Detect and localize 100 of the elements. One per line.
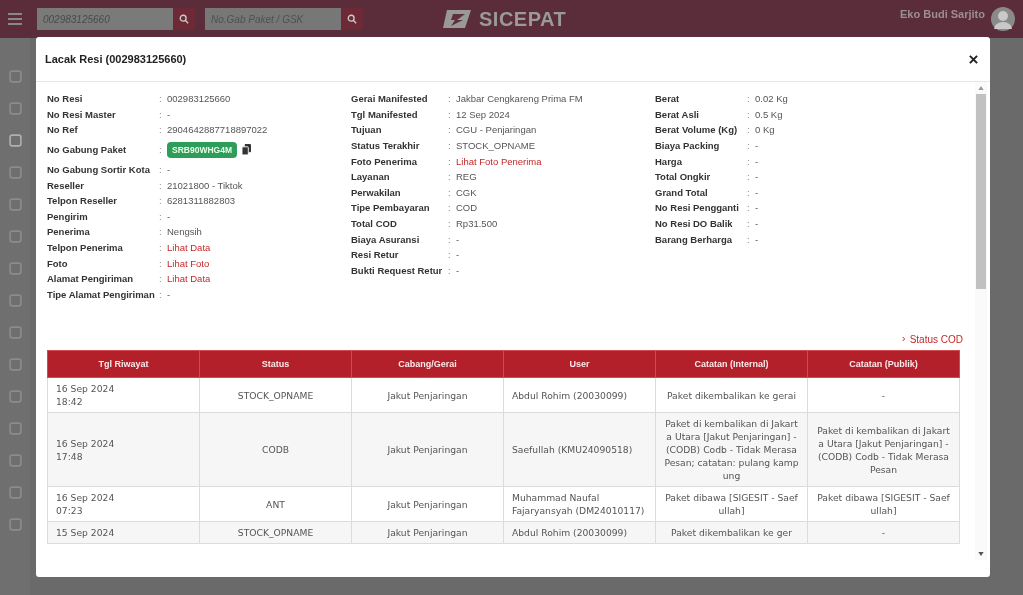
colon: : bbox=[448, 140, 452, 152]
field-value: - bbox=[755, 155, 759, 167]
table-cell: - bbox=[807, 521, 960, 544]
view-link[interactable]: Lihat Foto bbox=[167, 257, 210, 269]
table-cell: ANT bbox=[199, 486, 352, 522]
view-link[interactable]: Lihat Data bbox=[167, 273, 211, 285]
colon: : bbox=[448, 249, 452, 261]
colon: : bbox=[747, 93, 751, 105]
view-link[interactable]: Lihat Data bbox=[167, 242, 211, 254]
field-label: No Gabung Paket bbox=[47, 144, 128, 156]
table-cell: 16 Sep 2024 07:23 bbox=[47, 486, 200, 522]
field-label: No Gabung Sortir Kota bbox=[47, 164, 151, 176]
field-label: Grand Total bbox=[655, 186, 709, 198]
field-label: No Resi DO Balik bbox=[655, 218, 734, 230]
field-label: Tujuan bbox=[351, 124, 383, 136]
field-value: COD bbox=[456, 202, 478, 214]
table-cell: Saefullah (KMU24090518) bbox=[503, 412, 656, 487]
field-value: - bbox=[167, 210, 171, 222]
field-value: - bbox=[167, 108, 171, 120]
field-value: 0.5 Kg bbox=[755, 108, 783, 120]
package-badge: SRB90WHG4M bbox=[167, 141, 237, 158]
colon: : bbox=[747, 124, 751, 136]
field-value: - bbox=[755, 233, 759, 245]
field-value: 0.02 Kg bbox=[755, 93, 788, 105]
colon: : bbox=[159, 226, 163, 238]
table-cell: Paket dibawa [SIGESIT - Saefullah] bbox=[655, 486, 808, 522]
colon: : bbox=[159, 242, 163, 254]
view-link[interactable]: Lihat Foto Penerima bbox=[456, 155, 542, 167]
field-label: Biaya Asuransi bbox=[351, 233, 421, 245]
colon: : bbox=[448, 93, 452, 105]
table-cell: 16 Sep 2024 18:42 bbox=[47, 377, 200, 413]
field-label: Resi Retur bbox=[351, 249, 400, 261]
colon: : bbox=[159, 93, 163, 105]
table-cell: Paket dikembalikan ke ger bbox=[655, 521, 808, 544]
table-cell: Paket dibawa [SIGESIT - Saefullah] bbox=[807, 486, 960, 522]
field-value: - bbox=[755, 140, 759, 152]
colon: : bbox=[159, 257, 163, 269]
table-cell: Abdul Rohim (20030099) bbox=[503, 521, 656, 544]
table-cell: Jakut Penjaringan bbox=[351, 521, 504, 544]
field-value: - bbox=[456, 264, 460, 276]
field-label: Barang Berharga bbox=[655, 233, 734, 245]
field-value: Rp31.500 bbox=[456, 218, 498, 230]
field-value: 002983125660 bbox=[167, 93, 231, 105]
field-value: Jakbar Cengkareng Prima FM bbox=[456, 93, 583, 105]
field-value: Nengsih bbox=[167, 226, 202, 238]
column-header: Status bbox=[199, 350, 352, 378]
colon: : bbox=[747, 140, 751, 152]
field-value: - bbox=[755, 171, 759, 183]
colon: : bbox=[159, 195, 163, 207]
colon: : bbox=[448, 124, 452, 136]
logo-text: SICEPAT bbox=[479, 7, 567, 31]
field-label: Status Terakhir bbox=[351, 140, 421, 152]
field-value: 12 Sep 2024 bbox=[456, 108, 510, 120]
column-header: Tgl Riwayat bbox=[47, 350, 200, 378]
status-cod-link[interactable]: Status COD bbox=[901, 332, 963, 347]
field-value: - bbox=[167, 164, 171, 176]
dialog-title: Lacak Resi (002983125660) bbox=[45, 53, 187, 65]
field-value: 2904642887718897022 bbox=[167, 124, 268, 136]
column-header: Catatan (Internal) bbox=[655, 350, 808, 378]
table-cell: CODB bbox=[199, 412, 352, 487]
field-label: Tipe Alamat Pengiriman bbox=[47, 288, 156, 300]
field-label: Total Ongkir bbox=[655, 171, 712, 183]
field-label: Biaya Packing bbox=[655, 140, 721, 152]
colon: : bbox=[747, 155, 751, 167]
field-value: - bbox=[456, 249, 460, 261]
field-label: Berat Asli bbox=[655, 108, 700, 120]
user-name: Eko Budi Sarjito bbox=[900, 8, 985, 20]
field-label: Total COD bbox=[351, 218, 398, 230]
table-cell: Jakut Penjaringan bbox=[351, 486, 504, 522]
field-value: REG bbox=[456, 171, 477, 183]
field-label: Foto Penerima bbox=[351, 155, 418, 167]
colon: : bbox=[448, 108, 452, 120]
colon: : bbox=[448, 186, 452, 198]
field-label: Foto bbox=[47, 257, 69, 269]
colon: : bbox=[448, 155, 452, 167]
colon: : bbox=[159, 288, 163, 300]
table-cell: Jakut Penjaringan bbox=[351, 377, 504, 413]
field-value: - bbox=[755, 218, 759, 230]
table-cell: - bbox=[807, 377, 960, 413]
field-value: 21021800 - Tiktok bbox=[167, 179, 243, 191]
field-value: CGK bbox=[456, 186, 477, 198]
field-value: 0 Kg bbox=[755, 124, 775, 136]
field-label: Penerima bbox=[47, 226, 91, 238]
colon: : bbox=[448, 264, 452, 276]
colon: : bbox=[448, 202, 452, 214]
colon: : bbox=[448, 171, 452, 183]
field-label: Tipe Pembayaran bbox=[351, 202, 431, 214]
colon: : bbox=[159, 273, 163, 285]
table-cell: Abdul Rohim (20030099) bbox=[503, 377, 656, 413]
field-label: Reseller bbox=[47, 179, 85, 191]
colon: : bbox=[159, 144, 163, 156]
colon: : bbox=[747, 171, 751, 183]
field-label: Perwakilan bbox=[351, 186, 402, 198]
table-cell: STOCK_OPNAME bbox=[199, 521, 352, 544]
field-value: - bbox=[755, 186, 759, 198]
colon: : bbox=[159, 164, 163, 176]
field-label: No Ref bbox=[47, 124, 79, 136]
table-cell: 15 Sep 2024 bbox=[47, 521, 200, 544]
column-header: User bbox=[503, 350, 656, 378]
colon: : bbox=[747, 202, 751, 214]
